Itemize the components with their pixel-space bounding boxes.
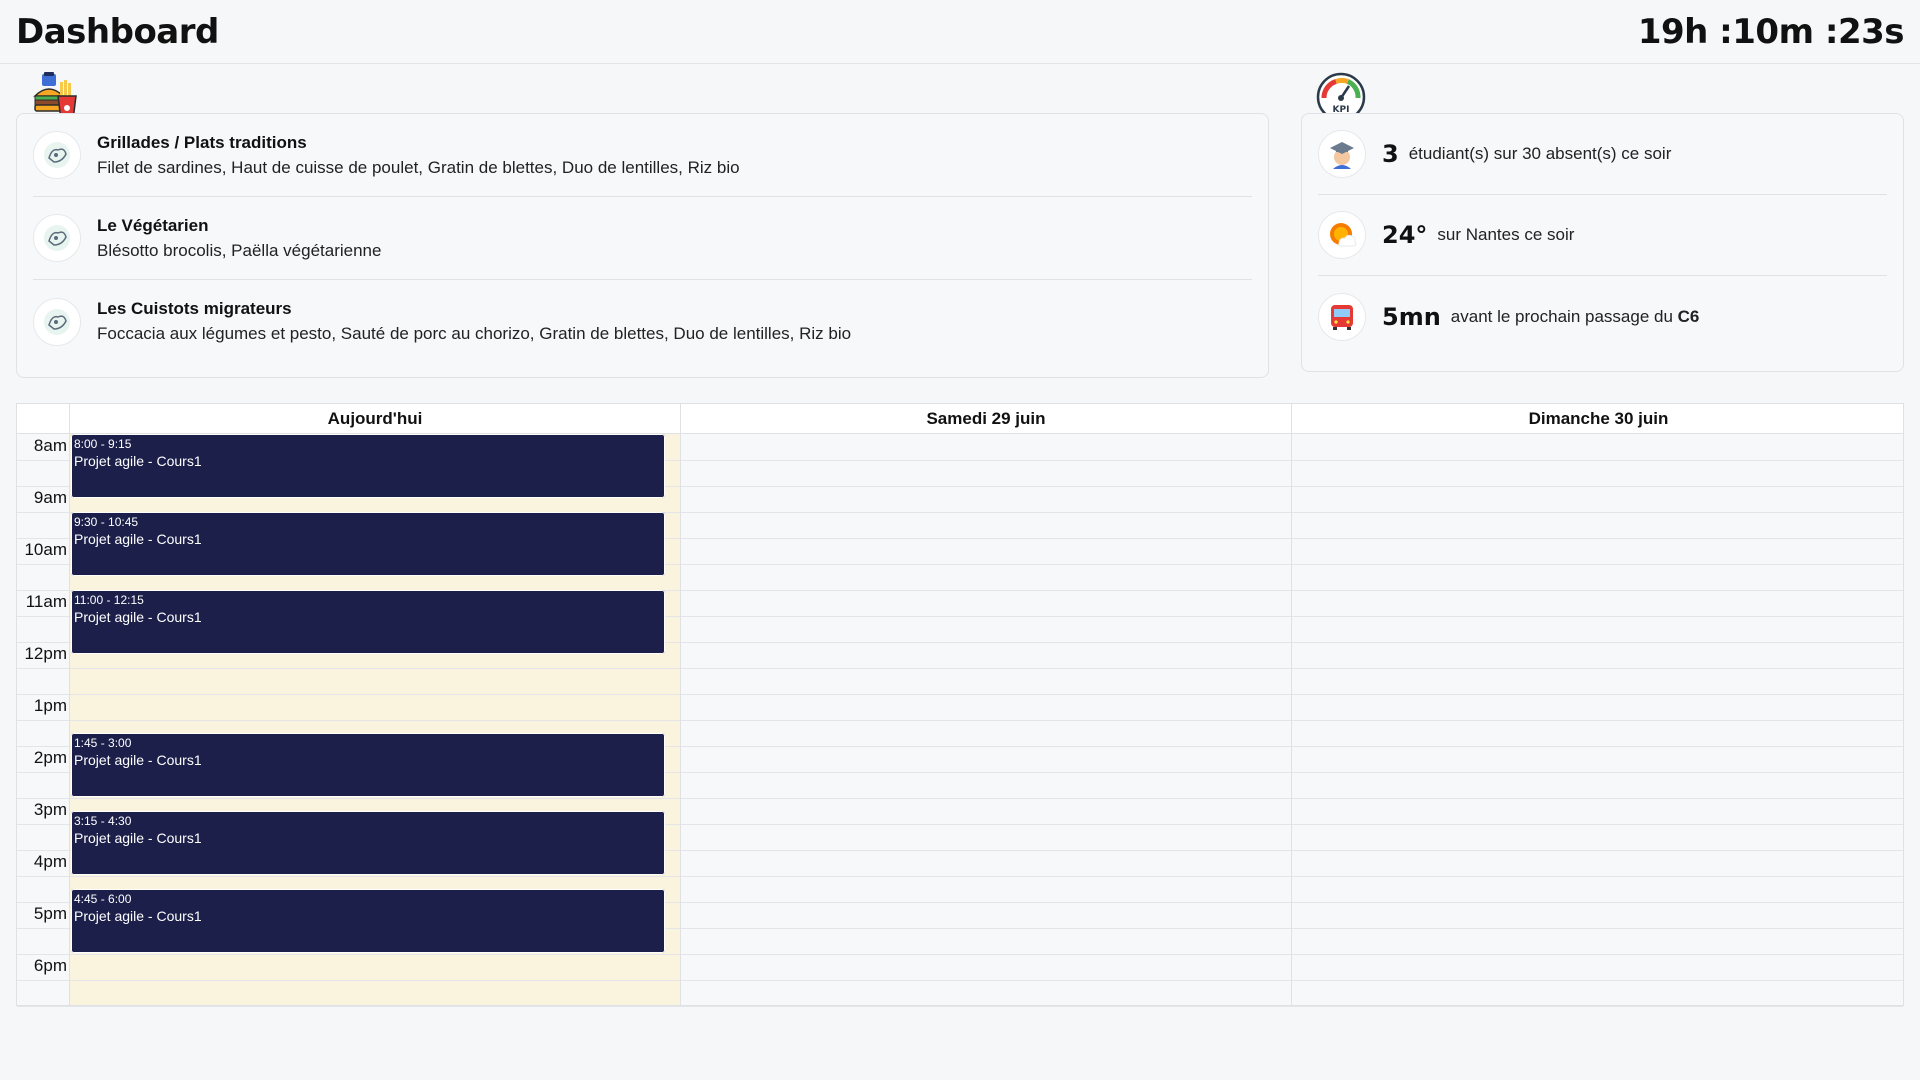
column-header-today: Aujourd'hui [69, 404, 680, 434]
column-divider [69, 404, 70, 1005]
calendar-event[interactable]: 3:15 - 4:30 Projet agile - Cours1 [71, 811, 665, 875]
bus-wait-label: avant le prochain passage du [1450, 306, 1678, 326]
kpi-row-absences: 3 étudiant(s) sur 30 absent(s) ce soir [1318, 114, 1887, 195]
event-title: Projet agile - Cours1 [74, 609, 202, 625]
event-time: 11:00 - 12:15 [74, 593, 144, 607]
chef-icon [33, 214, 81, 262]
temperature-text: sur Nantes ce soir [1437, 225, 1575, 244]
menu-card: Grillades / Plats traditions Filet de sa… [16, 113, 1269, 378]
event-title: Projet agile - Cours1 [74, 531, 202, 547]
event-time: 3:15 - 4:30 [74, 814, 132, 828]
time-slot-line [17, 798, 1903, 799]
calendar-event[interactable]: 1:45 - 3:00 Projet agile - Cours1 [71, 733, 665, 797]
hour-label: 5pm [33, 904, 67, 923]
chef-icon [33, 297, 81, 346]
menu-item-dishes: Filet de sardines, Haut de cuisse de pou… [97, 157, 740, 177]
event-title: Projet agile - Cours1 [74, 453, 202, 469]
menu-item-name: Les Cuistots migrateurs [97, 299, 292, 318]
column-header-sunday: Dimanche 30 juin [1291, 404, 1905, 434]
hour-label: 8am [33, 436, 67, 455]
student-icon [1318, 130, 1366, 178]
absent-text: étudiant(s) sur 30 absent(s) ce soir [1408, 144, 1672, 163]
page-title: Dashboard [16, 11, 219, 52]
weather-icon [1318, 211, 1366, 259]
calendar-event[interactable]: 8:00 - 9:15 Projet agile - Cours1 [71, 434, 665, 498]
time-slot-line [17, 694, 1903, 695]
column-divider [1291, 404, 1292, 1005]
menu-item: Le Végétarien Blésotto brocolis, Paëlla … [33, 197, 1252, 280]
event-time: 8:00 - 9:15 [74, 437, 132, 451]
event-time: 9:30 - 10:45 [74, 515, 139, 529]
event-time: 1:45 - 3:00 [74, 736, 132, 750]
column-header-saturday: Samedi 29 juin [680, 404, 1291, 434]
menu-item: Grillades / Plats traditions Filet de sa… [33, 114, 1252, 197]
event-title: Projet agile - Cours1 [74, 752, 202, 768]
temperature-value: 24° [1382, 221, 1428, 249]
hour-label: 11am [25, 592, 67, 611]
menu-item-dishes: Foccacia aux légumes et pesto, Sauté de … [97, 324, 852, 343]
menu-item-name: Grillades / Plats traditions [97, 132, 307, 152]
hour-label: 10am [24, 540, 67, 559]
bus-wait-text: avant le prochain passage du C6 [1451, 307, 1700, 327]
time-slot-line [17, 954, 1903, 955]
absent-count: 3 [1382, 140, 1399, 168]
hour-label: 4pm [33, 852, 67, 871]
week-calendar: Aujourd'hui Samedi 29 juin Dimanche 30 j… [16, 403, 1904, 1007]
bus-icon [1318, 292, 1366, 341]
chef-icon [33, 131, 81, 179]
time-slot-line [17, 720, 1903, 721]
column-divider [680, 404, 681, 1005]
menu-item-dishes: Blésotto brocolis, Paëlla végétarienne [97, 240, 382, 260]
calendar-event[interactable]: 4:45 - 6:00 Projet agile - Cours1 [71, 889, 665, 953]
kpi-row-bus: 5mn avant le prochain passage du C6 [1318, 276, 1887, 357]
kpi-card: 3 étudiant(s) sur 30 absent(s) ce soir 2… [1301, 113, 1904, 372]
calendar-header: Aujourd'hui Samedi 29 juin Dimanche 30 j… [17, 404, 1903, 434]
calendar-event[interactable]: 9:30 - 10:45 Projet agile - Cours1 [71, 512, 665, 576]
time-slot-line [17, 980, 1903, 981]
time-slot-line [17, 1006, 1903, 1007]
hour-label: 1pm [33, 696, 67, 715]
event-title: Projet agile - Cours1 [74, 830, 202, 846]
menu-item-name: Le Végétarien [97, 215, 209, 235]
kpi-row-weather: 24° sur Nantes ce soir [1318, 195, 1887, 276]
hour-label: 3pm [33, 800, 67, 819]
bus-wait-value: 5mn [1382, 302, 1441, 331]
header-bar: Dashboard 19h :10m :23s [0, 0, 1920, 64]
clock: 19h :10m :23s [1637, 11, 1905, 52]
hour-label: 9am [33, 488, 67, 507]
event-time: 4:45 - 6:00 [74, 892, 132, 906]
time-slot-line [17, 668, 1903, 669]
time-slot-line [17, 876, 1903, 877]
hour-label: 6pm [33, 956, 67, 975]
hour-label: 12pm [24, 644, 67, 663]
event-title: Projet agile - Cours1 [74, 908, 202, 924]
menu-item: Les Cuistots migrateurs Foccacia aux lég… [33, 280, 1252, 363]
calendar-event[interactable]: 11:00 - 12:15 Projet agile - Cours1 [71, 590, 665, 654]
hour-label: 2pm [33, 748, 67, 767]
bus-line: C6 [1677, 306, 1700, 326]
